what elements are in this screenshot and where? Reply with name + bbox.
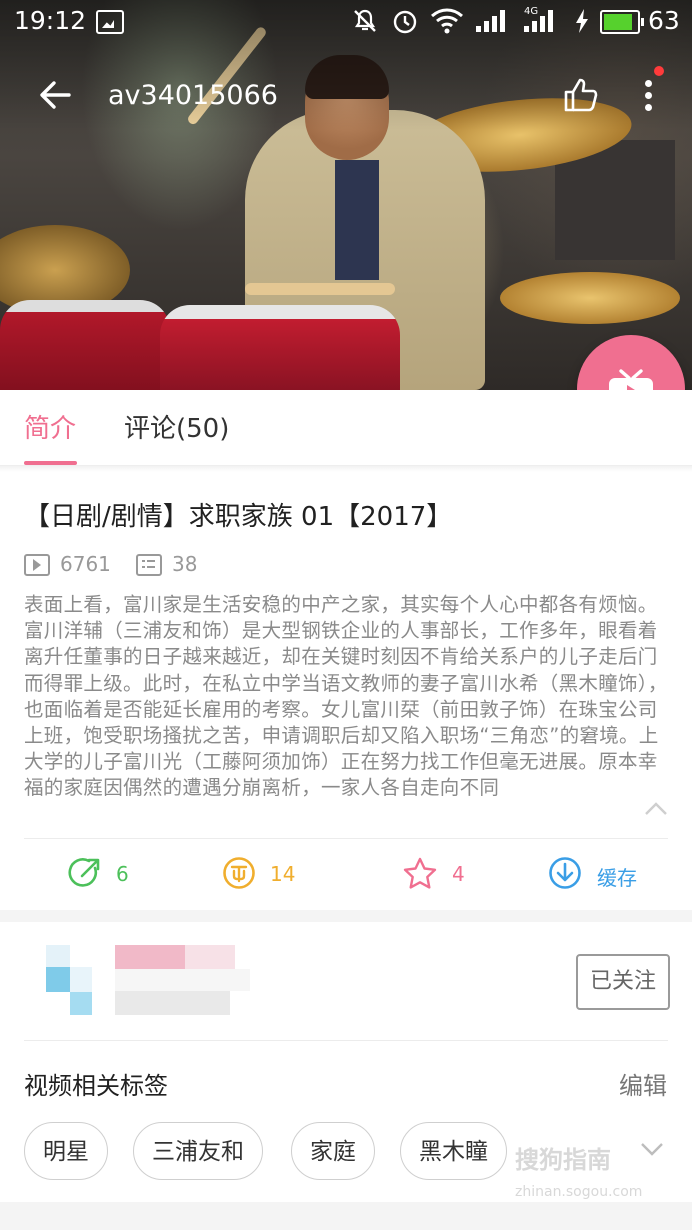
battery-level: 63	[648, 6, 680, 35]
tag-chip[interactable]: 明星	[24, 1122, 108, 1180]
tags-edit-button[interactable]: 编辑	[619, 1066, 667, 1101]
video-description: 表面上看，富川家是生活安稳的中产之家，其实每个人心中都各有烦恼。富川洋辅（三浦友…	[24, 593, 668, 800]
mute-icon	[354, 9, 376, 32]
gallery-notification-icon	[96, 10, 124, 34]
cymbal-right	[500, 272, 680, 324]
watermark-url: zhinan.sogou.com	[515, 1184, 643, 1200]
section-gap	[0, 910, 692, 922]
coin-count: 14	[270, 862, 296, 886]
drum-left	[0, 300, 170, 390]
drum-center	[160, 305, 400, 390]
signal-icon	[476, 10, 510, 32]
tab-bar-shadow	[0, 466, 692, 472]
download-icon	[549, 857, 581, 889]
uploader-avatar[interactable]	[46, 945, 92, 1015]
divider	[24, 838, 668, 839]
video-title: 【日剧/剧情】求职家族 01【2017】	[24, 502, 453, 532]
tag-chip[interactable]: 黑木瞳	[400, 1122, 507, 1180]
active-tab-indicator	[24, 461, 77, 465]
chevron-down-icon[interactable]	[640, 1140, 664, 1160]
drummer-tie	[335, 160, 379, 280]
back-icon[interactable]	[38, 78, 72, 112]
watermark: 搜狗指南	[515, 1146, 611, 1174]
divider	[24, 1040, 668, 1041]
section-gap	[0, 1202, 692, 1230]
cache-label: 缓存	[597, 866, 637, 890]
more-icon[interactable]	[638, 66, 664, 116]
action-bar: 6 14 4 缓存	[0, 848, 692, 904]
play-count-icon	[24, 554, 50, 576]
coin-button[interactable]: 14	[222, 848, 332, 904]
favorite-count: 4	[452, 862, 465, 886]
alarm-icon	[393, 10, 417, 34]
status-time: 19:12	[14, 6, 87, 35]
cache-button[interactable]: 缓存	[548, 848, 648, 904]
wifi-icon	[431, 8, 463, 34]
danmaku-icon	[136, 554, 162, 576]
tab-comments[interactable]: 评论(50)	[124, 408, 229, 445]
video-id: av34015066	[108, 80, 278, 111]
follow-button[interactable]: 已关注	[576, 954, 670, 1010]
star-icon	[403, 857, 437, 889]
battery-icon	[600, 10, 644, 34]
tag-chip[interactable]: 家庭	[291, 1122, 375, 1180]
share-count: 6	[116, 862, 129, 886]
share-icon	[68, 858, 100, 887]
play-count: 6761	[60, 552, 111, 576]
tag-chip[interactable]: 三浦友和	[133, 1122, 263, 1180]
share-button[interactable]: 6	[68, 848, 158, 904]
notification-dot	[654, 66, 664, 76]
signal-4g-icon	[524, 10, 558, 32]
tab-intro[interactable]: 简介	[24, 408, 76, 445]
tags-section-title: 视频相关标签	[24, 1072, 168, 1100]
favorite-button[interactable]: 4	[402, 848, 492, 904]
danmaku-count: 38	[172, 552, 198, 576]
status-bar: 19:12 4G 63	[0, 0, 692, 44]
uploader-name[interactable]	[115, 945, 250, 1015]
video-player[interactable]	[0, 0, 692, 390]
drumstick	[245, 283, 395, 295]
tab-bar: 简介 评论(50)	[0, 390, 692, 466]
thumbs-up-icon[interactable]	[562, 76, 600, 114]
coin-icon	[223, 857, 255, 889]
video-header: av34015066	[0, 60, 692, 130]
chevron-up-icon[interactable]	[644, 797, 668, 821]
charging-icon	[576, 9, 588, 33]
